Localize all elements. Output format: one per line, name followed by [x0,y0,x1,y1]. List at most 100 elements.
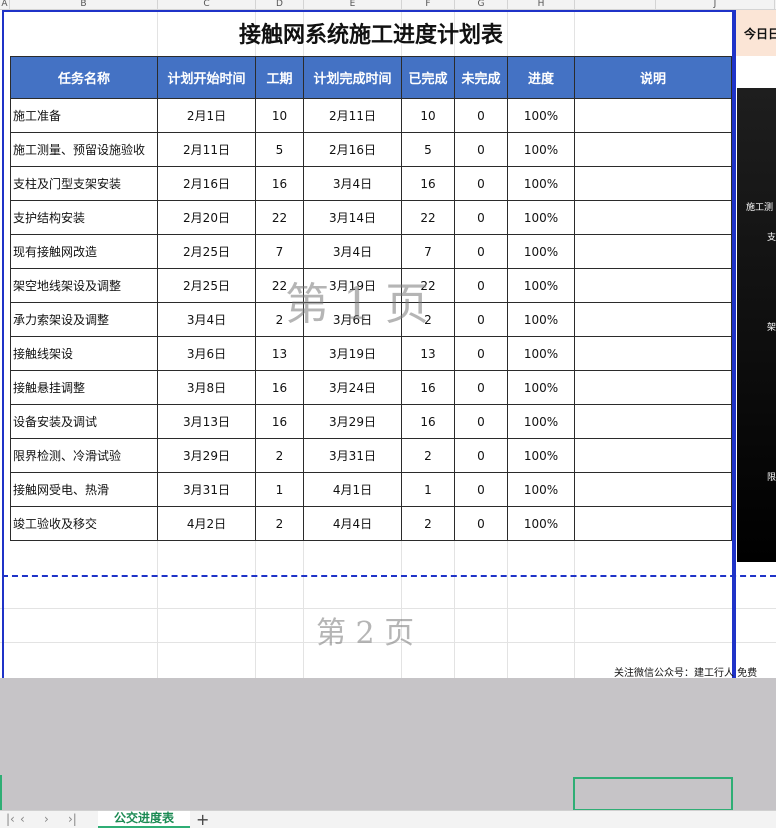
cell-notes[interactable] [574,302,732,337]
cell-end-time[interactable]: 4月4日 [303,506,402,541]
cell-end-time[interactable]: 3月6日 [303,302,402,337]
cell-start-time[interactable]: 2月20日 [157,200,256,235]
cell-start-time[interactable]: 3月6日 [157,336,256,371]
cell-completed[interactable]: 10 [401,98,455,133]
column-header-g[interactable]: G [455,0,508,9]
cell-progress[interactable]: 100% [507,268,575,303]
cell-task-name[interactable]: 施工准备 [10,98,158,133]
cell-progress[interactable]: 100% [507,98,575,133]
cell-remaining[interactable]: 0 [454,370,508,405]
cell-notes[interactable] [574,336,732,371]
cell-notes[interactable] [574,234,732,269]
cell-completed[interactable]: 2 [401,506,455,541]
cell-start-time[interactable]: 2月25日 [157,268,256,303]
cell-notes[interactable] [574,268,732,303]
cell-end-time[interactable]: 3月19日 [303,336,402,371]
cell-notes[interactable] [574,438,732,473]
cell-end-time[interactable]: 3月4日 [303,234,402,269]
cell-progress[interactable]: 100% [507,166,575,201]
cell-end-time[interactable]: 4月1日 [303,472,402,507]
cell-progress[interactable]: 100% [507,370,575,405]
cell-duration[interactable]: 13 [255,336,304,371]
prev-sheet-icon[interactable]: ‹ [20,811,25,828]
first-sheet-icon[interactable]: |‹ [6,811,15,828]
cell-task-name[interactable]: 现有接触网改造 [10,234,158,269]
cell-remaining[interactable]: 0 [454,98,508,133]
cell-duration[interactable]: 2 [255,302,304,337]
cell-progress[interactable]: 100% [507,200,575,235]
worksheet[interactable]: 接触网系统施工进度计划表 任务名称 计划开始时间 工期 计划完成时间 已完成 未… [0,10,776,678]
cell-end-time[interactable]: 3月14日 [303,200,402,235]
column-header-a[interactable]: A [0,0,10,9]
column-header-e[interactable]: E [304,0,402,9]
column-header-d[interactable]: D [256,0,304,9]
header-start-time[interactable]: 计划开始时间 [157,56,256,99]
cell-task-name[interactable]: 设备安装及调试 [10,404,158,439]
cell-duration[interactable]: 16 [255,370,304,405]
add-sheet-icon[interactable]: + [196,811,209,828]
cell-remaining[interactable]: 0 [454,200,508,235]
cell-task-name[interactable]: 限界检测、冷滑试验 [10,438,158,473]
cell-end-time[interactable]: 2月16日 [303,132,402,167]
cell-completed[interactable]: 5 [401,132,455,167]
cell-task-name[interactable]: 支柱及门型支架安装 [10,166,158,201]
cell-start-time[interactable]: 2月25日 [157,234,256,269]
cell-duration[interactable]: 10 [255,98,304,133]
header-task-name[interactable]: 任务名称 [10,56,158,99]
cell-progress[interactable]: 100% [507,302,575,337]
cell-end-time[interactable]: 3月19日 [303,268,402,303]
cell-start-time[interactable]: 3月31日 [157,472,256,507]
cell-completed[interactable]: 22 [401,268,455,303]
cell-remaining[interactable]: 0 [454,132,508,167]
cell-notes[interactable] [574,166,732,201]
cell-duration[interactable]: 2 [255,506,304,541]
cell-task-name[interactable]: 施工测量、预留设施验收 [10,132,158,167]
cell-completed[interactable]: 16 [401,166,455,201]
cell-end-time[interactable]: 3月31日 [303,438,402,473]
column-header-h[interactable]: H [508,0,575,9]
cell-completed[interactable]: 16 [401,404,455,439]
cell-completed[interactable]: 1 [401,472,455,507]
cell-start-time[interactable]: 2月1日 [157,98,256,133]
cell-duration[interactable]: 16 [255,404,304,439]
cell-start-time[interactable]: 3月13日 [157,404,256,439]
column-header-b[interactable]: B [10,0,158,9]
column-header-i[interactable] [575,0,656,9]
cell-task-name[interactable]: 承力索架设及调整 [10,302,158,337]
cell-task-name[interactable]: 竣工验收及移交 [10,506,158,541]
gantt-chart-panel[interactable]: 施工测 支 架 限 [737,88,776,562]
cell-end-time[interactable]: 2月11日 [303,98,402,133]
cell-end-time[interactable]: 3月24日 [303,370,402,405]
cell-end-time[interactable]: 3月4日 [303,166,402,201]
header-progress[interactable]: 进度 [507,56,575,99]
cell-progress[interactable]: 100% [507,506,575,541]
cell-duration[interactable]: 22 [255,200,304,235]
sheet-tab-bus-progress[interactable]: 公交进度表 [98,811,190,828]
cell-task-name[interactable]: 接触网受电、热滑 [10,472,158,507]
cell-task-name[interactable]: 接触悬挂调整 [10,370,158,405]
cell-start-time[interactable]: 3月8日 [157,370,256,405]
cell-progress[interactable]: 100% [507,472,575,507]
cell-start-time[interactable]: 2月16日 [157,166,256,201]
cell-start-time[interactable]: 3月29日 [157,438,256,473]
cell-completed[interactable]: 13 [401,336,455,371]
cell-notes[interactable] [574,404,732,439]
cell-start-time[interactable]: 3月4日 [157,302,256,337]
cell-duration[interactable]: 1 [255,472,304,507]
cell-duration[interactable]: 22 [255,268,304,303]
header-notes[interactable]: 说明 [574,56,732,99]
cell-notes[interactable] [574,370,732,405]
cell-notes[interactable] [574,98,732,133]
last-sheet-icon[interactable]: ›| [68,811,77,828]
cell-remaining[interactable]: 0 [454,302,508,337]
cell-remaining[interactable]: 0 [454,166,508,201]
cell-duration[interactable]: 5 [255,132,304,167]
cell-progress[interactable]: 100% [507,234,575,269]
cell-remaining[interactable]: 0 [454,506,508,541]
cell-task-name[interactable]: 支护结构安装 [10,200,158,235]
cell-duration[interactable]: 7 [255,234,304,269]
cell-progress[interactable]: 100% [507,132,575,167]
cell-start-time[interactable]: 4月2日 [157,506,256,541]
column-header-f[interactable]: F [402,0,455,9]
cell-progress[interactable]: 100% [507,404,575,439]
